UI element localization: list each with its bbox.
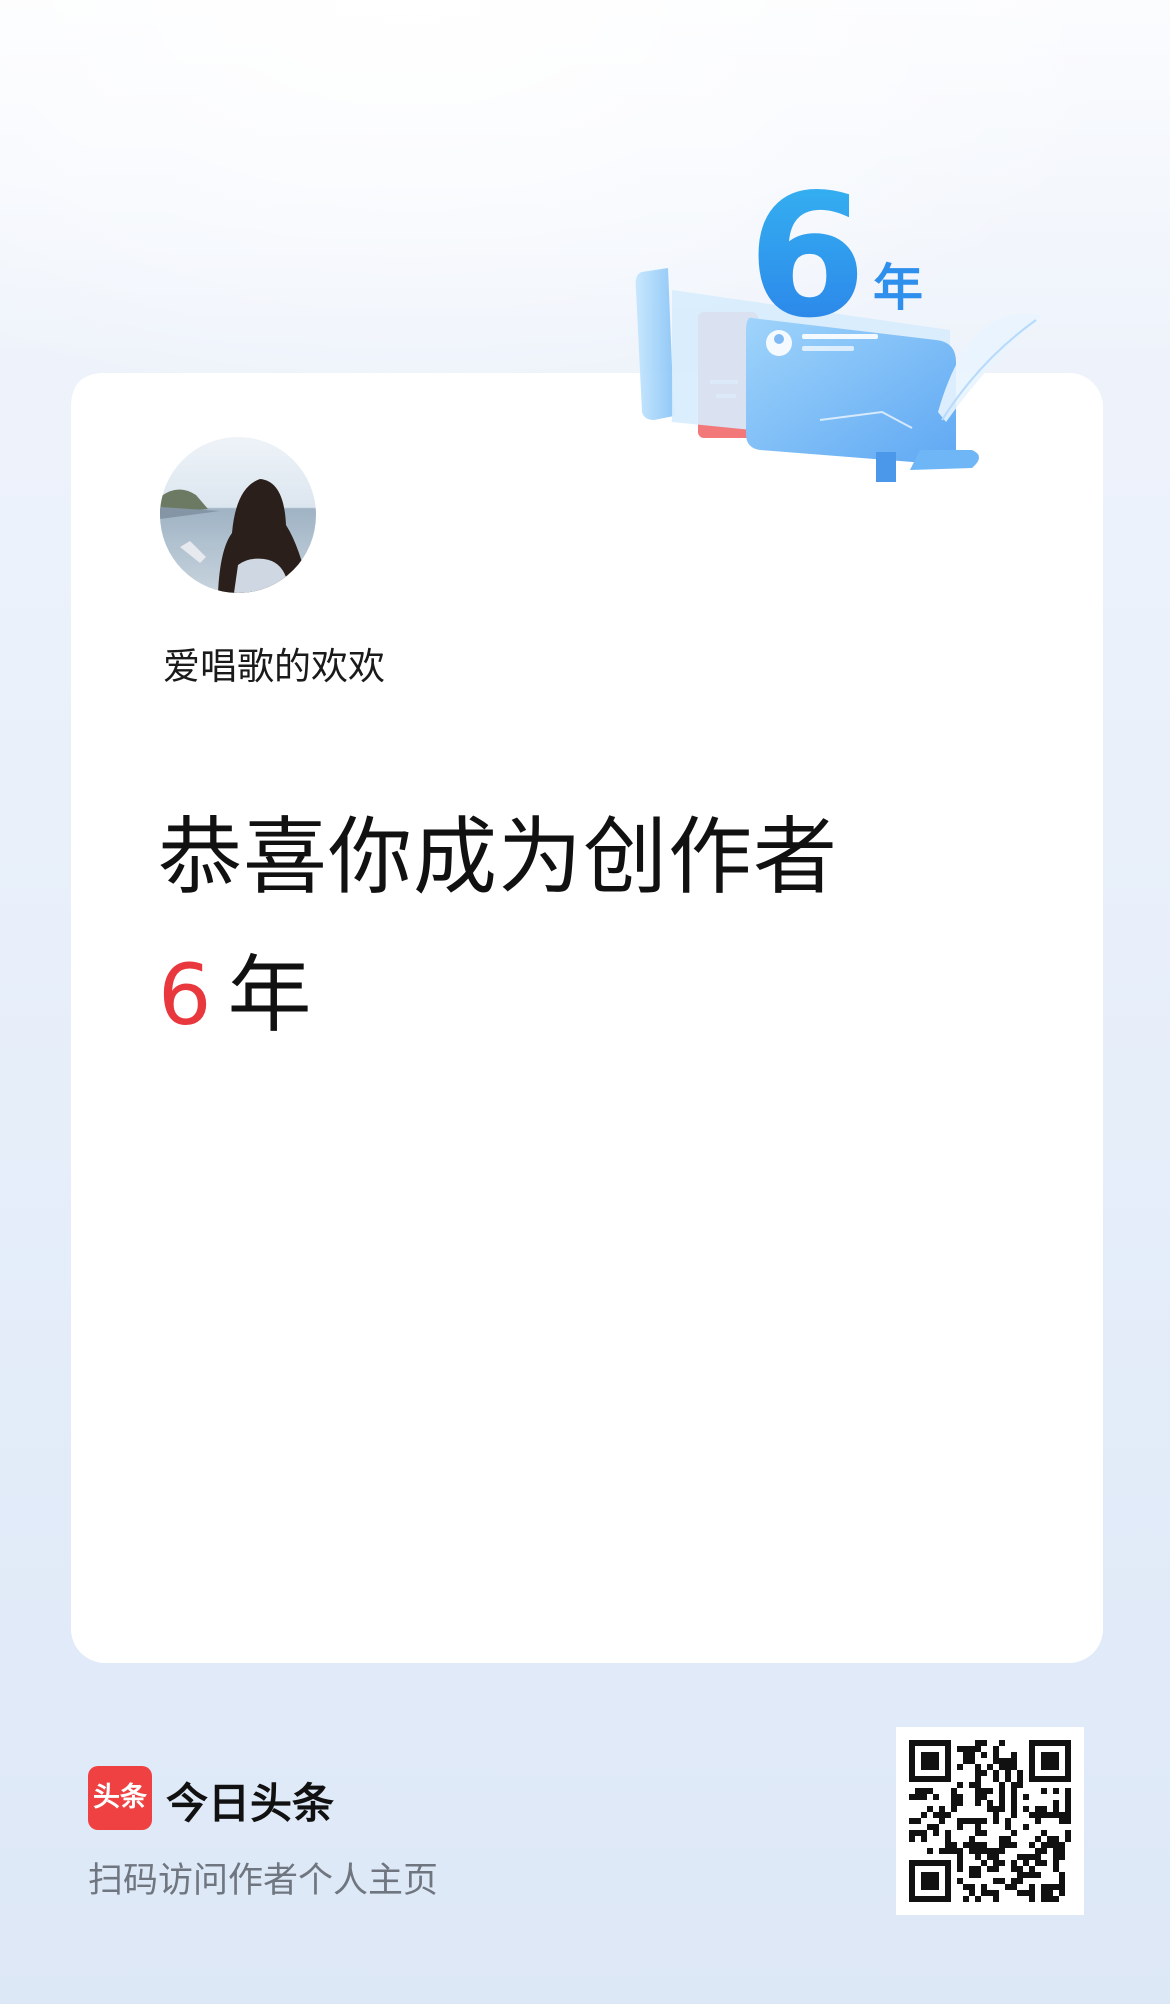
- years-number: 6: [158, 946, 212, 1044]
- congrats-headline: 恭喜你成为创作者: [158, 808, 839, 906]
- card-folder-tab: [71, 373, 671, 453]
- avatar-photo: [160, 437, 316, 593]
- creator-years: 6年: [158, 928, 311, 1049]
- svg-text:年: 年: [873, 259, 923, 317]
- years-unit: 年: [227, 946, 312, 1044]
- avatar[interactable]: [160, 437, 316, 593]
- qr-code[interactable]: [896, 1727, 1084, 1915]
- brand-name: 今日头条: [166, 1779, 335, 1828]
- scan-hint: 扫码访问作者个人主页: [88, 1861, 439, 1901]
- anniversary-6-year-illustration: 6 年: [635, 158, 1042, 482]
- qr-code-pattern: [909, 1740, 1071, 1902]
- username: 爱唱歌的欢欢: [163, 645, 385, 688]
- toutiao-logo-icon: 头条: [88, 1766, 152, 1830]
